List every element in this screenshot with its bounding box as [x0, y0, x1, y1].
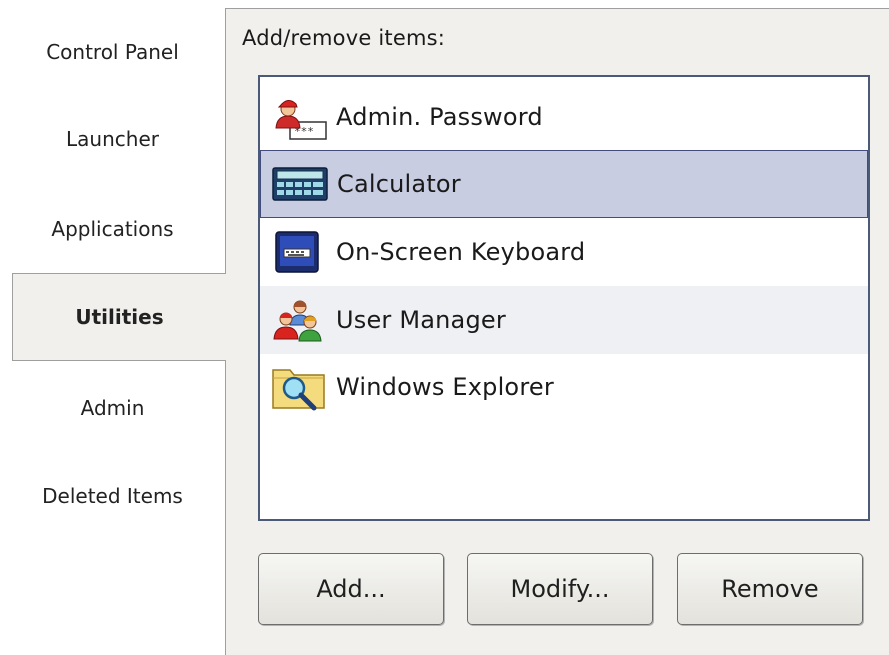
users-icon [273, 300, 322, 342]
user-password-icon: *** [275, 100, 327, 140]
list-item-on-screen-keyboard[interactable]: On-Screen Keyboard [260, 218, 868, 286]
list-item-label: On-Screen Keyboard [336, 238, 586, 266]
list-item-admin-password[interactable]: *** Admin. Password [260, 83, 868, 151]
modify-button[interactable]: Modify... [467, 553, 653, 625]
nav-item-launcher[interactable]: Launcher [0, 117, 225, 161]
list-item-label: Calculator [337, 170, 461, 198]
calculator-icon [272, 167, 328, 201]
keyboard-icon [275, 231, 319, 273]
list-item-label: Windows Explorer [336, 373, 554, 401]
add-button[interactable]: Add... [258, 553, 444, 625]
nav-item-utilities[interactable]: Utilities [12, 273, 226, 361]
panel-title: Add/remove items: [242, 26, 446, 50]
nav-item-applications[interactable]: Applications [0, 207, 225, 251]
remove-button[interactable]: Remove [677, 553, 863, 625]
folder-search-icon [272, 369, 325, 411]
list-item-label: Admin. Password [336, 103, 543, 131]
nav-item-admin[interactable]: Admin [0, 386, 225, 430]
nav-item-control-panel[interactable]: Control Panel [0, 30, 225, 74]
list-item-label: User Manager [336, 306, 506, 334]
sidebar-nav: Control Panel Launcher Applications Util… [0, 0, 226, 655]
items-listbox[interactable]: *** Admin. Password Calculator On-Screen… [258, 75, 870, 521]
nav-item-deleted-items[interactable]: Deleted Items [0, 474, 225, 518]
list-item-calculator[interactable]: Calculator [260, 150, 868, 218]
list-item-windows-explorer[interactable]: Windows Explorer [260, 353, 868, 421]
list-item-user-manager[interactable]: User Manager [260, 286, 868, 354]
